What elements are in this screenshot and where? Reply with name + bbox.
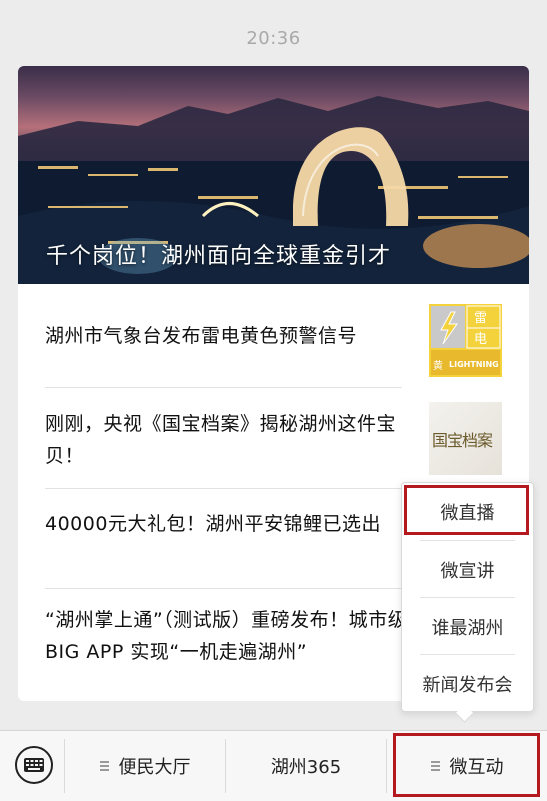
news-title: 40000元大礼包！湖州平安锦鲤已选出 (45, 513, 381, 535)
menu-item-who-is-huzhou[interactable]: 谁最湖州 (402, 614, 533, 640)
divider (420, 597, 515, 598)
menu-item-micro-lecture[interactable]: 微宣讲 (402, 557, 533, 583)
news-title: 刚刚，央视《国宝档案》揭秘湖州这件宝贝！ (45, 413, 397, 467)
tab-label: 湖州365 (270, 757, 342, 778)
divider (420, 540, 515, 541)
thumb-label: 国宝档案 (432, 431, 493, 450)
tab-huzhou-365[interactable]: 湖州365 (226, 731, 386, 801)
news-item-weather-warning[interactable]: 湖州市气象台发布雷电黄色预警信号 雷 电 黄 LIGHTNING (18, 284, 529, 388)
thumb-label-mid: 电 (474, 332, 488, 347)
highlight-micro-live (404, 485, 529, 535)
keyboard-icon[interactable] (14, 745, 54, 785)
news-title: “湖州掌上通”（测试版）重磅发布！城市级BIG APP 实现“一机走遍湖州” (45, 609, 408, 663)
menu-lines-icon (99, 759, 109, 774)
tab-service-hall[interactable]: 便民大厅 (65, 731, 225, 801)
menu-item-press-conference[interactable]: 新闻发布会 (402, 671, 533, 697)
divider (420, 654, 515, 655)
news-title: 湖州市气象台发布雷电黄色预警信号 (45, 325, 358, 347)
news-item-treasure[interactable]: 刚刚，央视《国宝档案》揭秘湖州这件宝贝！ 国宝档案 (18, 388, 529, 489)
hero-title: 千个岗位！湖州面向全球重金引才 (46, 244, 392, 269)
tab-label: 便民大厅 (118, 757, 191, 778)
lightning-warning-icon: 雷 电 黄 LIGHTNING (429, 304, 502, 377)
thumb-label-en: LIGHTNING (449, 360, 499, 369)
hero-article[interactable]: 千个岗位！湖州面向全球重金引才 (18, 66, 529, 284)
highlight-micro-interaction-tab (393, 733, 540, 797)
message-timestamp: 20:36 (246, 28, 301, 49)
calligraphy-thumbnail: 国宝档案 (429, 402, 502, 475)
thumb-label-bottom: 黄 (433, 361, 443, 372)
thumb-label-top: 雷 (474, 311, 488, 326)
